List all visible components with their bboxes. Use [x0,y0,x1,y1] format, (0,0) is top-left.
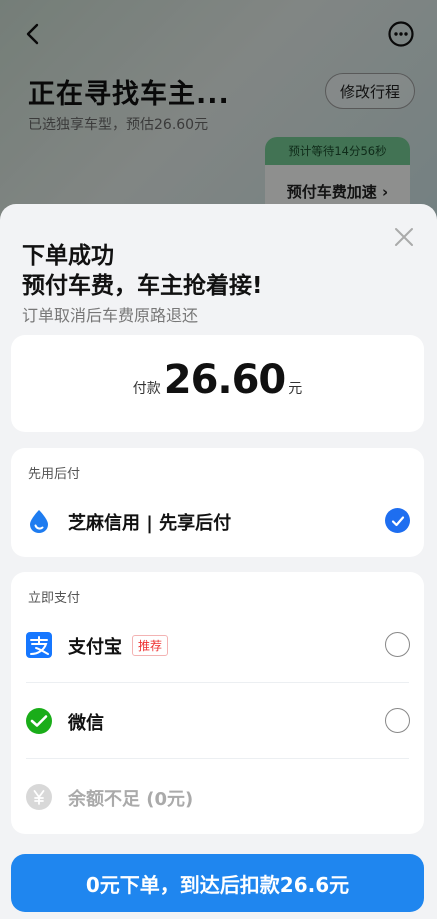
alipay-radio[interactable] [385,632,410,657]
zhima-credit-option[interactable]: 芝麻信用 | 先享后付 [11,496,424,546]
confirm-order-button[interactable]: 0元下单，到达后扣款26.6元 [11,854,424,912]
divider [26,682,409,683]
alipay-text: 支付宝 [68,637,122,658]
wechat-pay-icon [26,708,52,734]
recommend-badge: 推荐 [132,635,169,656]
wechat-text: 微信 [68,713,104,734]
wechat-radio[interactable] [385,708,410,733]
zhima-credit-icon [30,510,48,533]
balance-option: 余额不足 (0元) [11,772,424,822]
zhima-checkbox[interactable] [385,508,410,533]
payment-amount: 26.60 [163,357,287,403]
payment-label: 付款 [132,381,161,397]
close-icon[interactable] [393,226,415,248]
pay-now-section: 立即支付 支付宝 推荐 微信 余额不足 (0元) [11,572,424,834]
zhima-credit-text: 芝麻信用 | 先享后付 [68,513,232,534]
balance-yen-icon [26,784,52,810]
alipay-option[interactable]: 支付宝 推荐 [11,620,424,670]
sheet-headline: 预付车费，车主抢着接! [22,273,263,299]
divider [26,758,409,759]
payment-sheet: 下单成功 预付车费，车主抢着接! 订单取消后车费原路退还 付款 26.60 元 … [0,204,437,919]
alipay-icon [26,632,52,658]
wechat-option[interactable]: 微信 [11,696,424,746]
refund-note: 订单取消后车费原路退还 [22,306,199,325]
pay-now-label: 立即支付 [28,591,81,606]
check-icon [391,515,404,526]
payment-unit: 元 [288,381,303,397]
sheet-title: 下单成功 [22,243,114,269]
pay-later-section: 先用后付 芝麻信用 | 先享后付 [11,448,424,557]
payment-amount-card: 付款 26.60 元 [11,335,424,432]
pay-later-label: 先用后付 [28,467,81,482]
balance-text: 余额不足 (0元) [68,789,194,810]
